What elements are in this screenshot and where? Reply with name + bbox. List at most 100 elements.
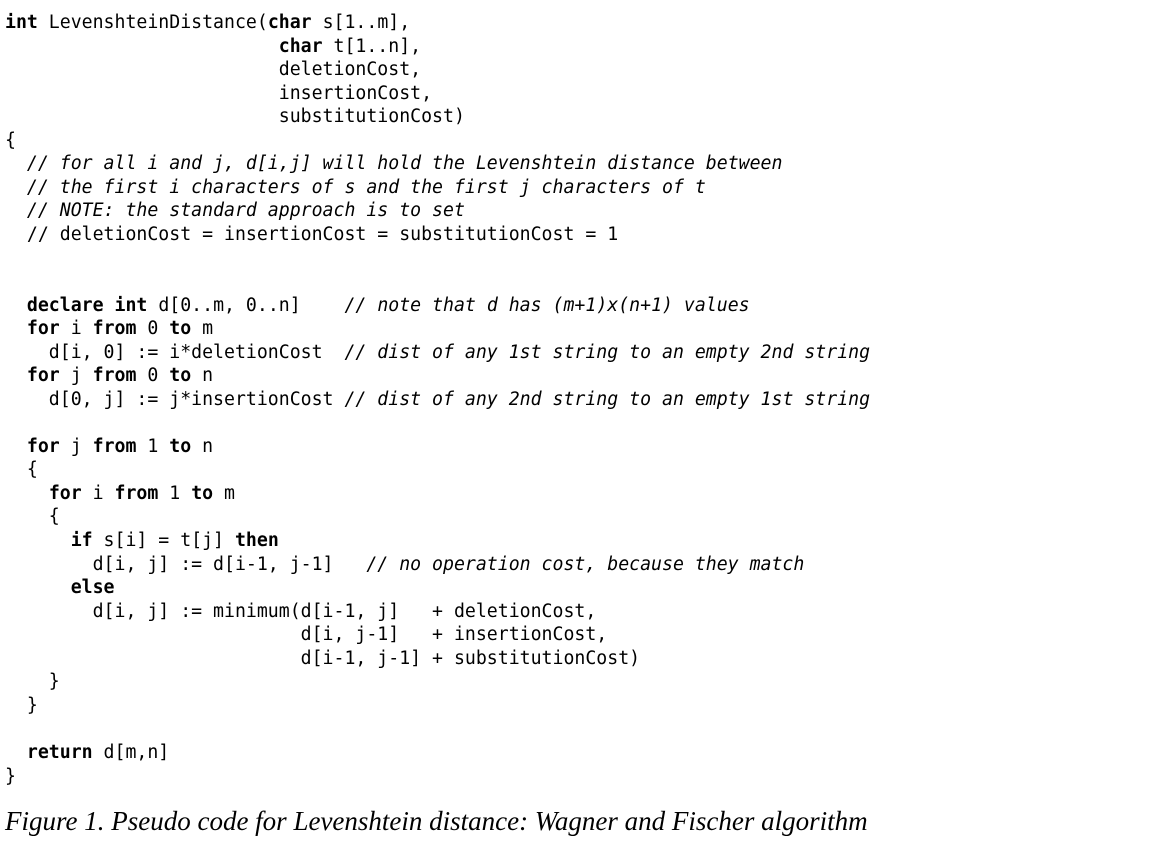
code-line: substitutionCost) <box>5 105 870 129</box>
code-keyword: to <box>169 435 192 457</box>
code-line: deletionCost, <box>5 58 870 82</box>
code-text: 1 <box>136 435 170 457</box>
code-line: else <box>5 576 870 600</box>
code-text: d[0, j] := j*insertionCost <box>5 388 345 410</box>
code-text: d[i, 0] := i*deletionCost <box>5 341 345 363</box>
code-keyword: int <box>114 294 148 316</box>
code-text: s[i] = t[j] <box>92 530 235 552</box>
code-text: 0 <box>136 365 170 387</box>
code-line: declare int d[0..m, 0..n] // note that d… <box>5 294 870 318</box>
code-line: } <box>5 694 870 718</box>
code-text: i <box>59 318 93 340</box>
code-keyword: from <box>114 482 159 504</box>
code-text: i <box>81 482 115 504</box>
code-comment: // the first i characters of s and the f… <box>26 176 706 198</box>
code-line: int LevenshteinDistance(char s[1..m], <box>5 11 870 35</box>
code-text: } <box>5 765 16 787</box>
code-keyword: then <box>234 530 279 552</box>
code-keyword: to <box>169 318 192 340</box>
code-line: d[0, j] := j*insertionCost // dist of an… <box>5 388 870 412</box>
code-text: { <box>5 506 60 528</box>
code-comment: // no operation cost, because they match <box>366 553 805 575</box>
code-text: 1 <box>158 482 192 504</box>
code-text: j <box>59 365 93 387</box>
code-line: for i from 1 to m <box>5 482 870 506</box>
code-text: d[m,n] <box>92 741 170 763</box>
code-line: if s[i] = t[j] then <box>5 529 870 553</box>
code-line: { <box>5 129 870 153</box>
pseudo-code-block: int LevenshteinDistance(char s[1..m], ch… <box>5 11 870 788</box>
code-text: m <box>213 482 236 504</box>
code-keyword: to <box>169 365 192 387</box>
code-text: substitutionCost) <box>5 106 465 128</box>
code-text: d[i, j] := d[i-1, j-1] <box>5 553 367 575</box>
code-line: { <box>5 458 870 482</box>
code-line: // the first i characters of s and the f… <box>5 176 870 200</box>
code-line: // for all i and j, d[i,j] will hold the… <box>5 152 870 176</box>
code-keyword: int <box>5 12 38 33</box>
code-text: j <box>59 435 93 457</box>
code-line: } <box>5 765 870 789</box>
code-keyword: char <box>267 12 312 33</box>
code-text: t[1..n], <box>322 35 422 57</box>
code-comment: // dist of any 1st string to an empty 2n… <box>344 341 871 363</box>
code-keyword: if <box>70 530 93 552</box>
code-line: d[i, j-1] + insertionCost, <box>5 623 870 647</box>
code-text: s[1..m], <box>311 12 411 33</box>
code-text: d[i, j-1] + insertionCost, <box>5 624 608 646</box>
code-line: return d[m,n] <box>5 741 870 765</box>
code-comment: // for all i and j, d[i,j] will hold the… <box>26 153 783 175</box>
code-text: deletionCost, <box>5 59 422 81</box>
code-keyword: declare <box>26 294 104 316</box>
code-keyword: for <box>26 365 60 387</box>
code-text: d[0..m, 0..n] <box>147 294 345 316</box>
code-text: { <box>5 459 38 481</box>
code-keyword: char <box>278 35 323 57</box>
code-line: // NOTE: the standard approach is to set <box>5 199 870 223</box>
code-line: { <box>5 505 870 529</box>
code-line: char t[1..n], <box>5 35 870 59</box>
code-line: d[i, j] := d[i-1, j-1] // no operation c… <box>5 553 870 577</box>
code-text: } <box>5 671 60 693</box>
figure-caption: Figure 1. Pseudo code for Levenshtein di… <box>5 806 868 836</box>
code-keyword: from <box>92 318 137 340</box>
code-text: d[i-1, j-1] + substitutionCost) <box>5 647 641 669</box>
code-keyword: for <box>26 318 60 340</box>
code-text: n <box>191 365 214 387</box>
code-line: d[i, 0] := i*deletionCost // dist of any… <box>5 341 870 365</box>
code-text: m <box>191 318 214 340</box>
code-keyword: from <box>92 435 137 457</box>
code-keyword: return <box>26 741 93 763</box>
code-text: n <box>191 435 214 457</box>
code-text: } <box>5 694 38 716</box>
code-text: { <box>5 129 16 151</box>
code-line: insertionCost, <box>5 82 870 106</box>
code-text: d[i, j] := minimum(d[i-1, j] + deletionC… <box>5 600 597 622</box>
code-comment: // dist of any 2nd string to an empty 1s… <box>344 388 871 410</box>
code-text: LevenshteinDistance( <box>37 12 268 33</box>
code-line: } <box>5 670 870 694</box>
code-line: for i from 0 to m <box>5 317 870 341</box>
code-line: d[i, j] := minimum(d[i-1, j] + deletionC… <box>5 600 870 624</box>
code-text: 0 <box>136 318 170 340</box>
code-line: for j from 0 to n <box>5 364 870 388</box>
code-line: for j from 1 to n <box>5 435 870 459</box>
code-comment: // NOTE: the standard approach is to set <box>26 200 465 222</box>
code-line: // deletionCost = insertionCost = substi… <box>5 223 870 247</box>
